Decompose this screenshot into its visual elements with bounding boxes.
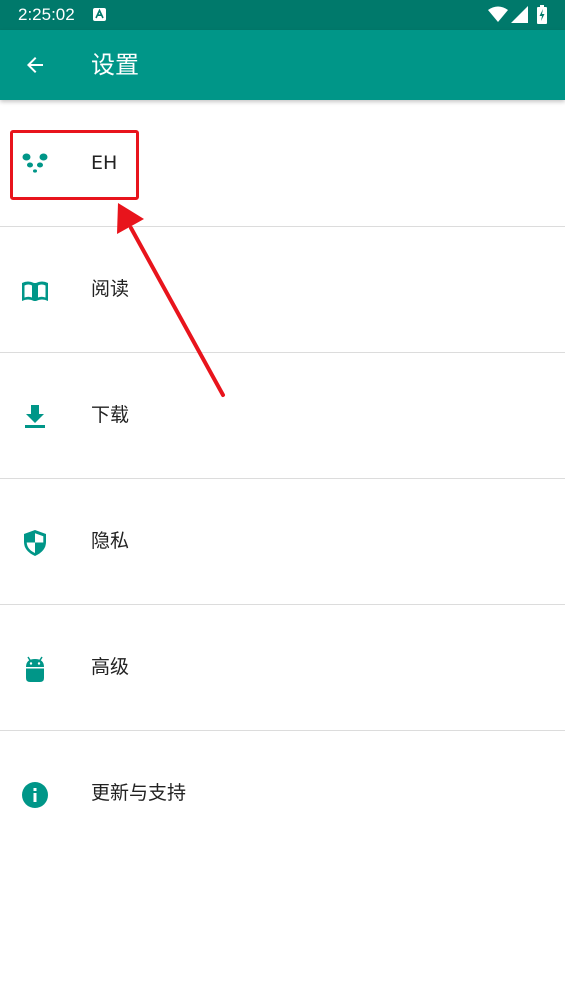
annotation-arrow	[117, 203, 225, 397]
